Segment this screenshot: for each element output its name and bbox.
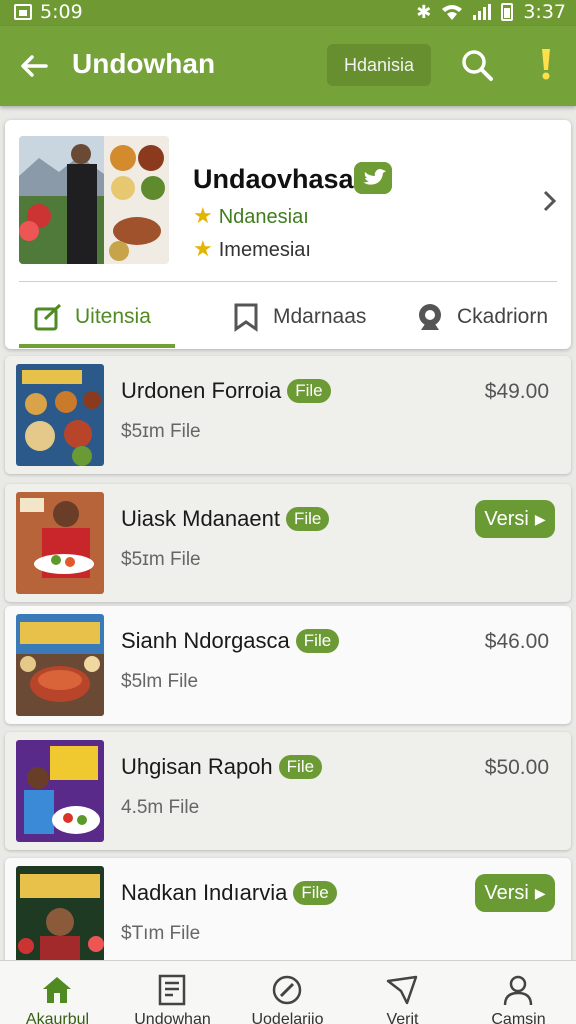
profile-card: Undaovhasa ★ Ndanesiaı ★ Imemesiaı Uitensi… xyxy=(5,120,571,349)
list-item[interactable]: Uhgisan Rapoh File 4.5m File $50.00 xyxy=(5,732,571,850)
nav-item-verit[interactable]: Verit xyxy=(345,961,460,1024)
item-thumbnail xyxy=(16,740,104,842)
star-icon: ★ xyxy=(193,203,213,228)
list-item[interactable]: Urdonen Forroia File $5ɪm File $49.00 xyxy=(5,356,571,474)
play-icon: ▶ xyxy=(534,884,546,901)
play-icon: ▶ xyxy=(534,510,546,527)
versi-label: Versi xyxy=(484,507,529,530)
item-title-text: Sianh Ndorgasca xyxy=(121,628,290,653)
rating-line-2: ★ Imemesiaı xyxy=(193,236,311,262)
tab-mdarnaas[interactable]: Mdarnaas xyxy=(231,288,366,346)
versi-label: Versi xyxy=(484,881,529,904)
item-title: Urdonen Forroia File xyxy=(121,378,331,404)
file-badge: File xyxy=(293,881,337,905)
item-title-text: Nadkan Indıarvia xyxy=(121,880,288,905)
search-icon[interactable] xyxy=(460,48,494,82)
file-badge: File xyxy=(278,755,323,779)
item-title: Uiask Mdanaent File xyxy=(121,506,330,532)
bluetooth-icon: ✱ xyxy=(416,1,432,23)
home-icon xyxy=(43,977,71,1003)
status-time: 5:09 xyxy=(40,1,83,23)
tab-label: Uitensia xyxy=(75,305,151,328)
page-title: Undowhan xyxy=(72,48,216,79)
person-icon xyxy=(503,975,533,1006)
profile-name: Undaovhasa xyxy=(193,164,354,194)
divider xyxy=(19,281,557,282)
back-arrow-icon[interactable] xyxy=(18,50,50,82)
item-title: Nadkan Indıarvia File xyxy=(121,880,337,906)
document-icon xyxy=(158,974,186,1006)
nav-item-camsin[interactable]: Camsin xyxy=(461,961,576,1024)
item-thumbnail xyxy=(16,364,104,466)
item-price: $46.00 xyxy=(484,630,549,653)
nav-item-home[interactable]: Akaurbul xyxy=(0,961,115,1024)
edit-icon xyxy=(34,303,62,331)
item-subtitle: $5ɪm File xyxy=(121,421,201,442)
item-subtitle: $5ɪm File xyxy=(121,549,201,570)
rating-2-text: Imemesiaı xyxy=(218,239,311,261)
item-title: Uhgisan Rapoh File xyxy=(121,754,323,780)
list-item[interactable]: Sianh Ndorgasca File $5lm File $46.00 xyxy=(5,606,571,724)
wifi-icon xyxy=(442,5,463,20)
app-bar: Undowhan Hdanisia xyxy=(0,26,576,106)
tab-uitensia[interactable]: Uitensia xyxy=(33,288,151,346)
item-thumbnail xyxy=(16,614,104,716)
item-thumbnail xyxy=(16,866,104,968)
bulb-icon[interactable] xyxy=(536,46,556,82)
versi-button[interactable]: Versi ▶ xyxy=(475,874,555,912)
item-thumbnail xyxy=(16,492,104,594)
status-time-right: 3:37 xyxy=(523,1,566,23)
bookmark-icon xyxy=(234,303,258,332)
tab-label: Ckadriorn xyxy=(457,305,549,328)
rating-line-1: ★ Ndanesiaı xyxy=(193,203,309,229)
active-tab-indicator xyxy=(19,344,175,348)
file-badge: File xyxy=(295,629,340,653)
nav-item-undowhan[interactable]: Undowhan xyxy=(115,961,230,1024)
item-title-text: Uiask Mdanaent xyxy=(121,506,280,531)
item-subtitle: $5lm File xyxy=(121,671,199,692)
signal-icon xyxy=(473,4,492,20)
webcam-icon xyxy=(419,304,441,330)
bottom-navigation: Akaurbul Undowhan Uodelarijo Verit Camsi… xyxy=(0,960,576,1024)
tab-label: Mdarnaas xyxy=(273,305,367,328)
item-subtitle: $Tım File xyxy=(121,923,201,944)
nav-label: Verit xyxy=(386,1011,419,1024)
language-chip-button[interactable]: Hdanisia xyxy=(327,44,431,86)
nav-label: Akaurbul xyxy=(25,1011,90,1024)
profile-photo xyxy=(19,136,169,264)
status-icons: ✱ 3:37 xyxy=(416,1,566,23)
file-badge: File xyxy=(287,379,331,403)
chevron-right-icon[interactable] xyxy=(543,190,557,212)
battery-icon xyxy=(501,3,514,21)
compass-icon xyxy=(272,975,302,1005)
list-item[interactable]: Nadkan Indıarvia File $Tım File Versi ▶ xyxy=(5,858,571,976)
tab-ckadriorn[interactable]: Ckadriorn xyxy=(415,288,548,346)
list-item[interactable]: Uiask Mdanaent File $5ɪm File Versi ▶ xyxy=(5,484,571,602)
rating-1-text: Ndanesiaı xyxy=(218,206,309,228)
nav-label: Camsin xyxy=(491,1011,546,1024)
item-title-text: Uhgisan Rapoh xyxy=(121,754,273,779)
item-price: $49.00 xyxy=(484,380,549,403)
item-title: Sianh Ndorgasca File xyxy=(121,628,340,654)
nav-item-uodelarijo[interactable]: Uodelarijo xyxy=(230,961,345,1024)
verified-bird-icon xyxy=(354,162,392,194)
item-price: $50.00 xyxy=(484,756,549,779)
item-title-text: Urdonen Forroia xyxy=(121,378,282,403)
status-bar: 5:09 ✱ 3:37 xyxy=(0,0,576,26)
star-icon: ★ xyxy=(193,236,213,261)
send-icon xyxy=(386,975,418,1005)
file-badge: File xyxy=(285,507,330,531)
gallery-icon xyxy=(14,4,32,20)
nav-label: Uodelarijo xyxy=(251,1011,324,1024)
nav-label: Undowhan xyxy=(134,1011,211,1024)
item-subtitle: 4.5m File xyxy=(121,797,200,818)
versi-button[interactable]: Versi ▶ xyxy=(475,500,555,538)
